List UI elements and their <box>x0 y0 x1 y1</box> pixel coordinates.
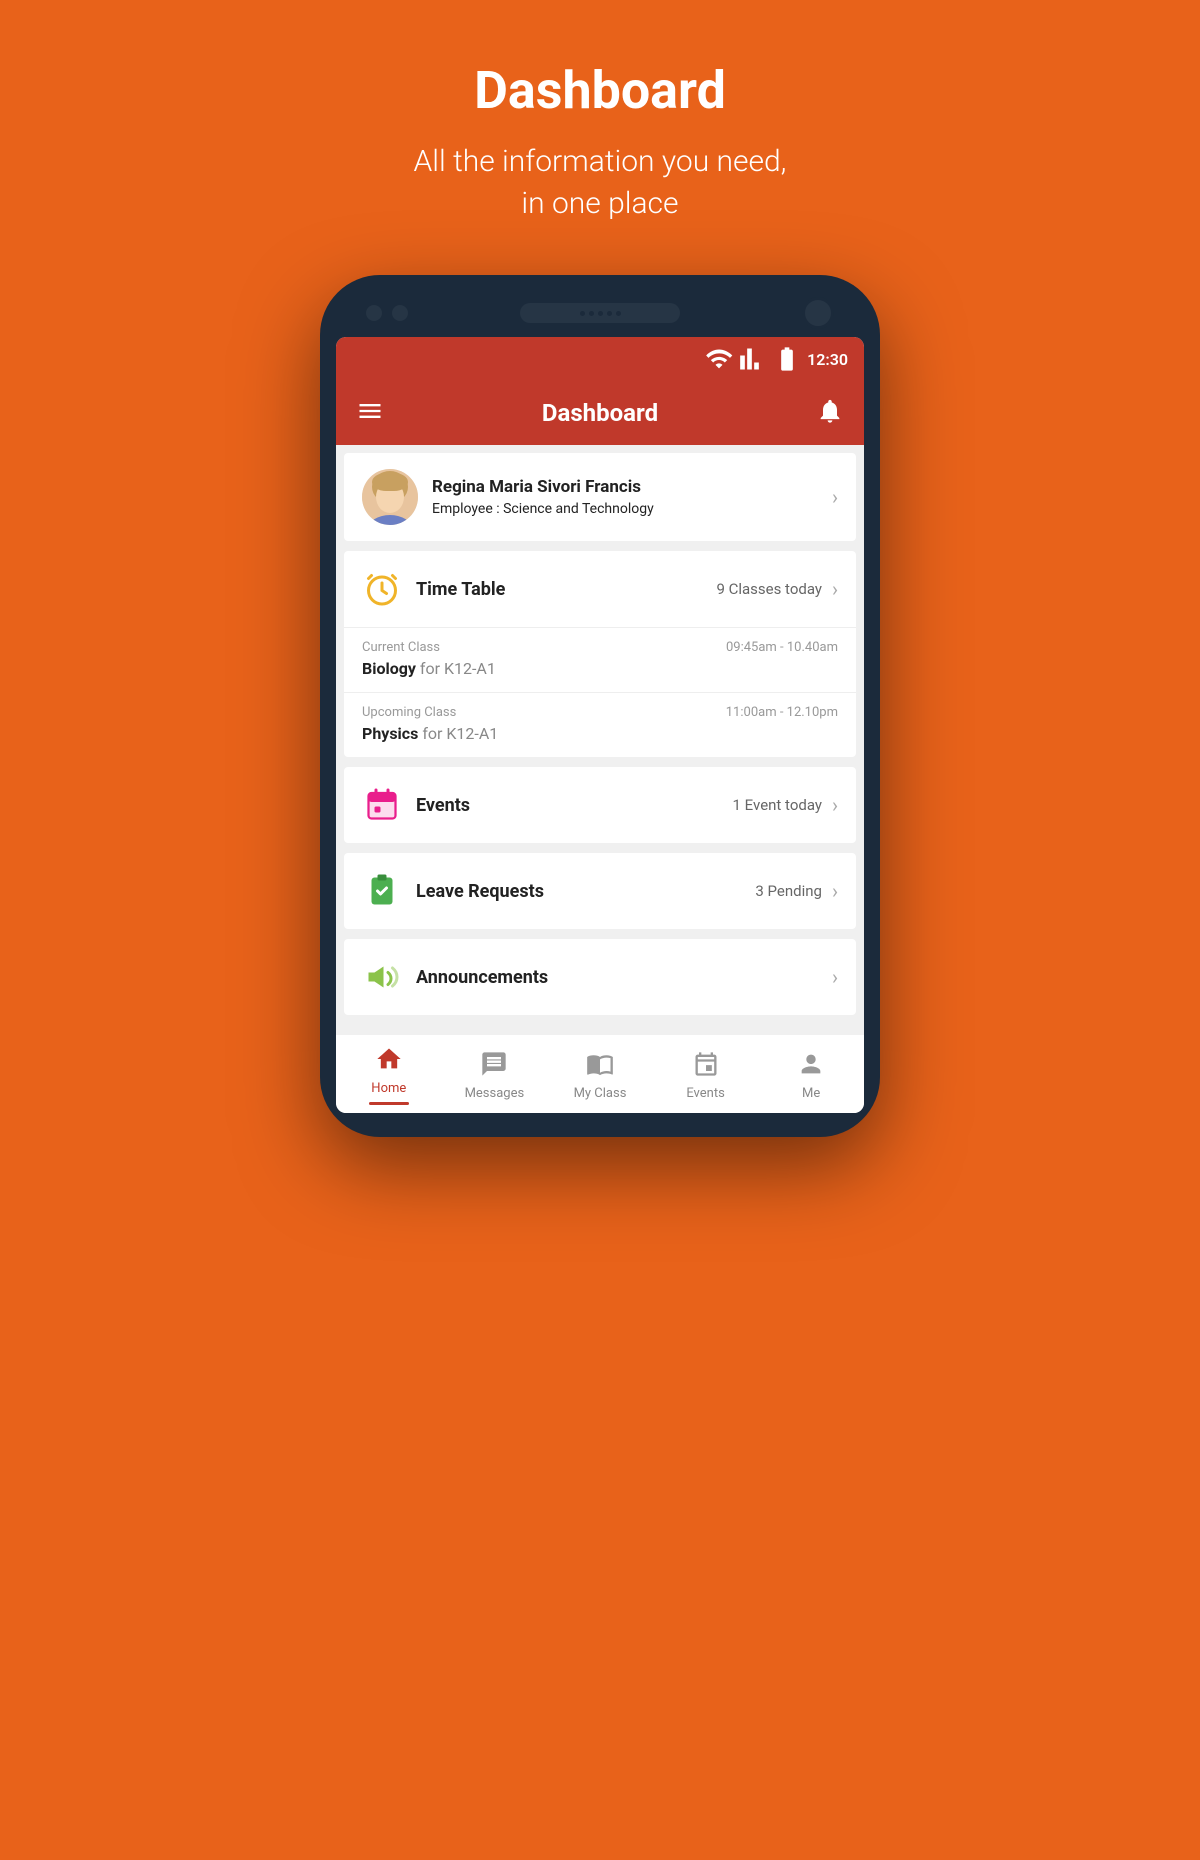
nav-me-label: Me <box>802 1086 820 1101</box>
app-bar: Dashboard <box>336 381 864 445</box>
events-title: Events <box>416 795 733 816</box>
user-name: Regina Maria Sivori Francis <box>432 477 832 497</box>
content-area: Regina Maria Sivori Francis Employee : S… <box>336 445 864 1033</box>
nav-myclass-label: My Class <box>574 1086 627 1101</box>
nav-home[interactable]: Home <box>336 1045 442 1105</box>
wifi-icon <box>705 345 733 373</box>
app-bar-title: Dashboard <box>542 399 658 427</box>
announcements-title: Announcements <box>416 967 832 988</box>
upcoming-class-for: for K12-A1 <box>422 724 498 743</box>
page-header: Dashboard All the information you need, … <box>414 60 787 225</box>
timetable-icon <box>362 569 402 609</box>
phone-shell: 12:30 Dashboard <box>320 275 880 1137</box>
announcements-section: Announcements › <box>344 939 856 1015</box>
phone-top-bar <box>336 303 864 323</box>
leave-requests-count: 3 Pending <box>755 882 822 900</box>
user-role: Employee : Science and Technology <box>432 501 832 517</box>
home-active-indicator <box>369 1102 409 1105</box>
hamburger-icon[interactable] <box>356 397 384 429</box>
user-info: Regina Maria Sivori Francis Employee : S… <box>432 477 832 517</box>
leave-requests-header[interactable]: Leave Requests 3 Pending › <box>344 853 856 929</box>
leave-requests-title: Leave Requests <box>416 881 755 902</box>
user-avatar <box>362 469 418 525</box>
phone-camera <box>802 297 834 329</box>
leave-requests-section: Leave Requests 3 Pending › <box>344 853 856 929</box>
page-subtitle: All the information you need, in one pla… <box>414 141 787 225</box>
events-chevron-icon: › <box>832 793 838 817</box>
user-chevron-icon: › <box>832 485 838 509</box>
nav-messages[interactable]: Messages <box>442 1050 548 1101</box>
myclass-icon <box>586 1050 614 1082</box>
events-count: 1 Event today <box>733 796 822 814</box>
timetable-chevron-icon: › <box>832 577 838 601</box>
current-class-name: Biology for K12-A1 <box>362 659 838 678</box>
events-icon <box>362 785 402 825</box>
nav-home-label: Home <box>371 1081 406 1096</box>
current-class-item[interactable]: Current Class 09:45am - 10.40am Biology … <box>344 627 856 692</box>
battery-icon <box>773 345 801 373</box>
nav-messages-label: Messages <box>465 1086 525 1101</box>
current-class-label: Current Class <box>362 640 440 655</box>
phone-sensors <box>366 305 408 321</box>
announcements-chevron-icon: › <box>832 965 838 989</box>
nav-myclass[interactable]: My Class <box>547 1050 653 1101</box>
timetable-title: Time Table <box>416 579 716 600</box>
nav-events-icon <box>692 1050 720 1082</box>
timetable-count: 9 Classes today <box>716 580 822 598</box>
timetable-section: Time Table 9 Classes today › Current Cla… <box>344 551 856 757</box>
bottom-nav: Home Messages My Class <box>336 1033 864 1113</box>
upcoming-class-row: Upcoming Class 11:00am - 12.10pm <box>362 705 838 720</box>
page-title: Dashboard <box>414 60 787 121</box>
sensor-1 <box>366 305 382 321</box>
leave-requests-chevron-icon: › <box>832 879 838 903</box>
announcements-icon <box>362 957 402 997</box>
home-icon <box>375 1045 403 1077</box>
announcements-header[interactable]: Announcements › <box>344 939 856 1015</box>
events-section: Events 1 Event today › <box>344 767 856 843</box>
user-profile-card[interactable]: Regina Maria Sivori Francis Employee : S… <box>344 453 856 541</box>
speaker-dots <box>580 311 621 316</box>
sensor-2 <box>392 305 408 321</box>
me-icon <box>797 1050 825 1082</box>
status-time: 12:30 <box>807 350 848 369</box>
upcoming-class-name: Physics for K12-A1 <box>362 724 838 743</box>
signal-icon <box>739 345 767 373</box>
timetable-header[interactable]: Time Table 9 Classes today › <box>344 551 856 627</box>
current-class-row: Current Class 09:45am - 10.40am <box>362 640 838 655</box>
leave-requests-icon <box>362 871 402 911</box>
upcoming-class-item[interactable]: Upcoming Class 11:00am - 12.10pm Physics… <box>344 692 856 757</box>
upcoming-class-label: Upcoming Class <box>362 705 456 720</box>
messages-icon <box>480 1050 508 1082</box>
current-class-for: for K12-A1 <box>420 659 496 678</box>
bell-icon[interactable] <box>816 397 844 429</box>
nav-events-label: Events <box>686 1086 724 1101</box>
status-icons: 12:30 <box>705 345 848 373</box>
phone-screen: 12:30 Dashboard <box>336 337 864 1113</box>
nav-me[interactable]: Me <box>758 1050 864 1101</box>
events-header[interactable]: Events 1 Event today › <box>344 767 856 843</box>
phone-speaker <box>520 303 680 323</box>
upcoming-class-time: 11:00am - 12.10pm <box>726 705 838 720</box>
nav-events[interactable]: Events <box>653 1050 759 1101</box>
status-bar: 12:30 <box>336 337 864 381</box>
current-class-time: 09:45am - 10.40am <box>726 640 838 655</box>
